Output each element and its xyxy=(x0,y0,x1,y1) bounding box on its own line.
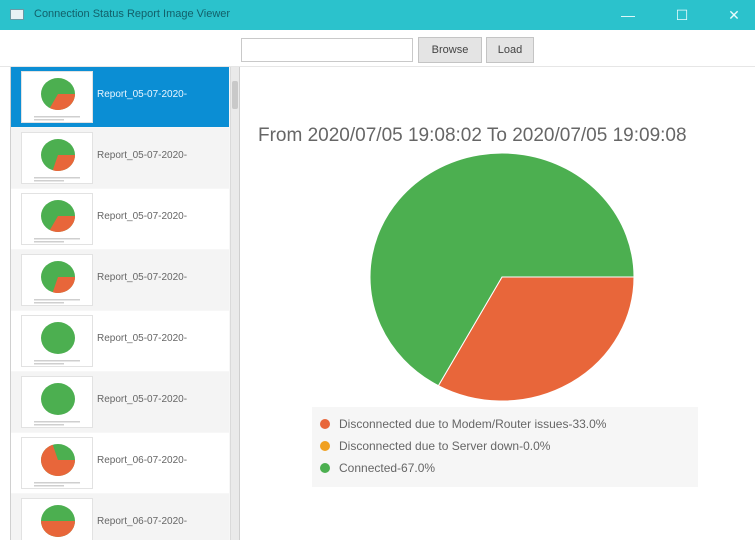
report-list-item[interactable]: Report_05-07-2020- xyxy=(11,189,229,249)
report-list-item[interactable]: Report_06-07-2020- xyxy=(11,494,229,540)
report-list-item-label: Report_06-07-2020- xyxy=(97,516,188,527)
thumbnail-text-line xyxy=(34,485,64,487)
chart-legend: Disconnected due to Modem/Router issues-… xyxy=(312,407,698,487)
thumbnail-text-line xyxy=(34,302,64,304)
chart-title: From 2020/07/05 19:08:02 To 2020/07/05 1… xyxy=(258,125,687,146)
thumbnail-text-line xyxy=(34,116,80,118)
list-scrollbar[interactable] xyxy=(230,67,239,540)
legend-label: Disconnected due to Modem/Router issues-… xyxy=(339,417,607,431)
thumbnail-text-line xyxy=(34,180,64,182)
load-button[interactable]: Load xyxy=(486,37,534,63)
report-list-item-label: Report_05-07-2020- xyxy=(97,211,188,222)
legend-color-dot xyxy=(320,463,330,473)
thumbnail-text-line xyxy=(34,299,80,301)
thumbnail-text-line xyxy=(34,241,64,243)
thumbnail-text-line xyxy=(34,119,64,121)
window-title: Connection Status Report Image Viewer xyxy=(34,8,231,20)
title-bar: Connection Status Report Image Viewer — … xyxy=(0,0,755,30)
chart-panel: From 2020/07/05 19:08:02 To 2020/07/05 1… xyxy=(241,67,755,540)
report-list-item[interactable]: Report_05-07-2020- xyxy=(11,311,229,371)
report-list-item[interactable]: Report_05-07-2020- xyxy=(11,372,229,432)
thumbnail-text-line xyxy=(34,421,80,423)
report-list-item[interactable]: Report_05-07-2020- xyxy=(11,67,229,127)
thumbnail-text-line xyxy=(34,360,80,362)
report-thumbnail xyxy=(21,193,93,245)
browse-button[interactable]: Browse xyxy=(418,37,482,63)
thumbnail-connected-slice xyxy=(41,383,75,415)
report-thumbnail xyxy=(21,254,93,306)
report-list-item[interactable]: Report_05-07-2020- xyxy=(11,250,229,310)
thumbnail-connected-slice xyxy=(41,322,75,354)
maximize-button[interactable]: ☐ xyxy=(666,4,698,26)
thumbnail-text-line xyxy=(34,363,64,365)
report-list-item[interactable]: Report_06-07-2020- xyxy=(11,433,229,493)
thumbnail-text-line xyxy=(34,482,80,484)
report-list-item-label: Report_05-07-2020- xyxy=(97,89,188,100)
report-list-item-label: Report_05-07-2020- xyxy=(97,333,188,344)
legend-label: Connected-67.0% xyxy=(339,461,436,475)
thumbnail-disconnected-slice xyxy=(41,521,75,537)
report-thumbnail xyxy=(21,315,93,367)
report-list[interactable]: Report_05-07-2020- Report_05-07-2020- Repo… xyxy=(10,67,240,540)
report-thumbnail xyxy=(21,437,93,489)
report-thumbnail xyxy=(21,132,93,184)
minimize-button[interactable]: — xyxy=(612,4,644,26)
report-list-item[interactable]: Report_05-07-2020- xyxy=(11,128,229,188)
legend-color-dot xyxy=(320,419,330,429)
report-list-item-label: Report_05-07-2020- xyxy=(97,150,188,161)
thumbnail-text-line xyxy=(34,424,64,426)
report-list-item-label: Report_05-07-2020- xyxy=(97,272,188,283)
report-list-item-label: Report_05-07-2020- xyxy=(97,394,188,405)
app-icon xyxy=(10,9,24,20)
report-list-item-label: Report_06-07-2020- xyxy=(97,455,188,466)
report-thumbnail xyxy=(21,498,93,540)
pie-chart xyxy=(369,152,635,402)
file-path-input[interactable] xyxy=(241,38,413,62)
report-thumbnail xyxy=(21,376,93,428)
thumbnail-text-line xyxy=(34,177,80,179)
scrollbar-thumb[interactable] xyxy=(232,81,238,109)
legend-color-dot xyxy=(320,441,330,451)
report-thumbnail xyxy=(21,71,93,123)
close-button[interactable]: ✕ xyxy=(718,4,750,26)
thumbnail-text-line xyxy=(34,238,80,240)
legend-label: Disconnected due to Server down-0.0% xyxy=(339,439,551,453)
